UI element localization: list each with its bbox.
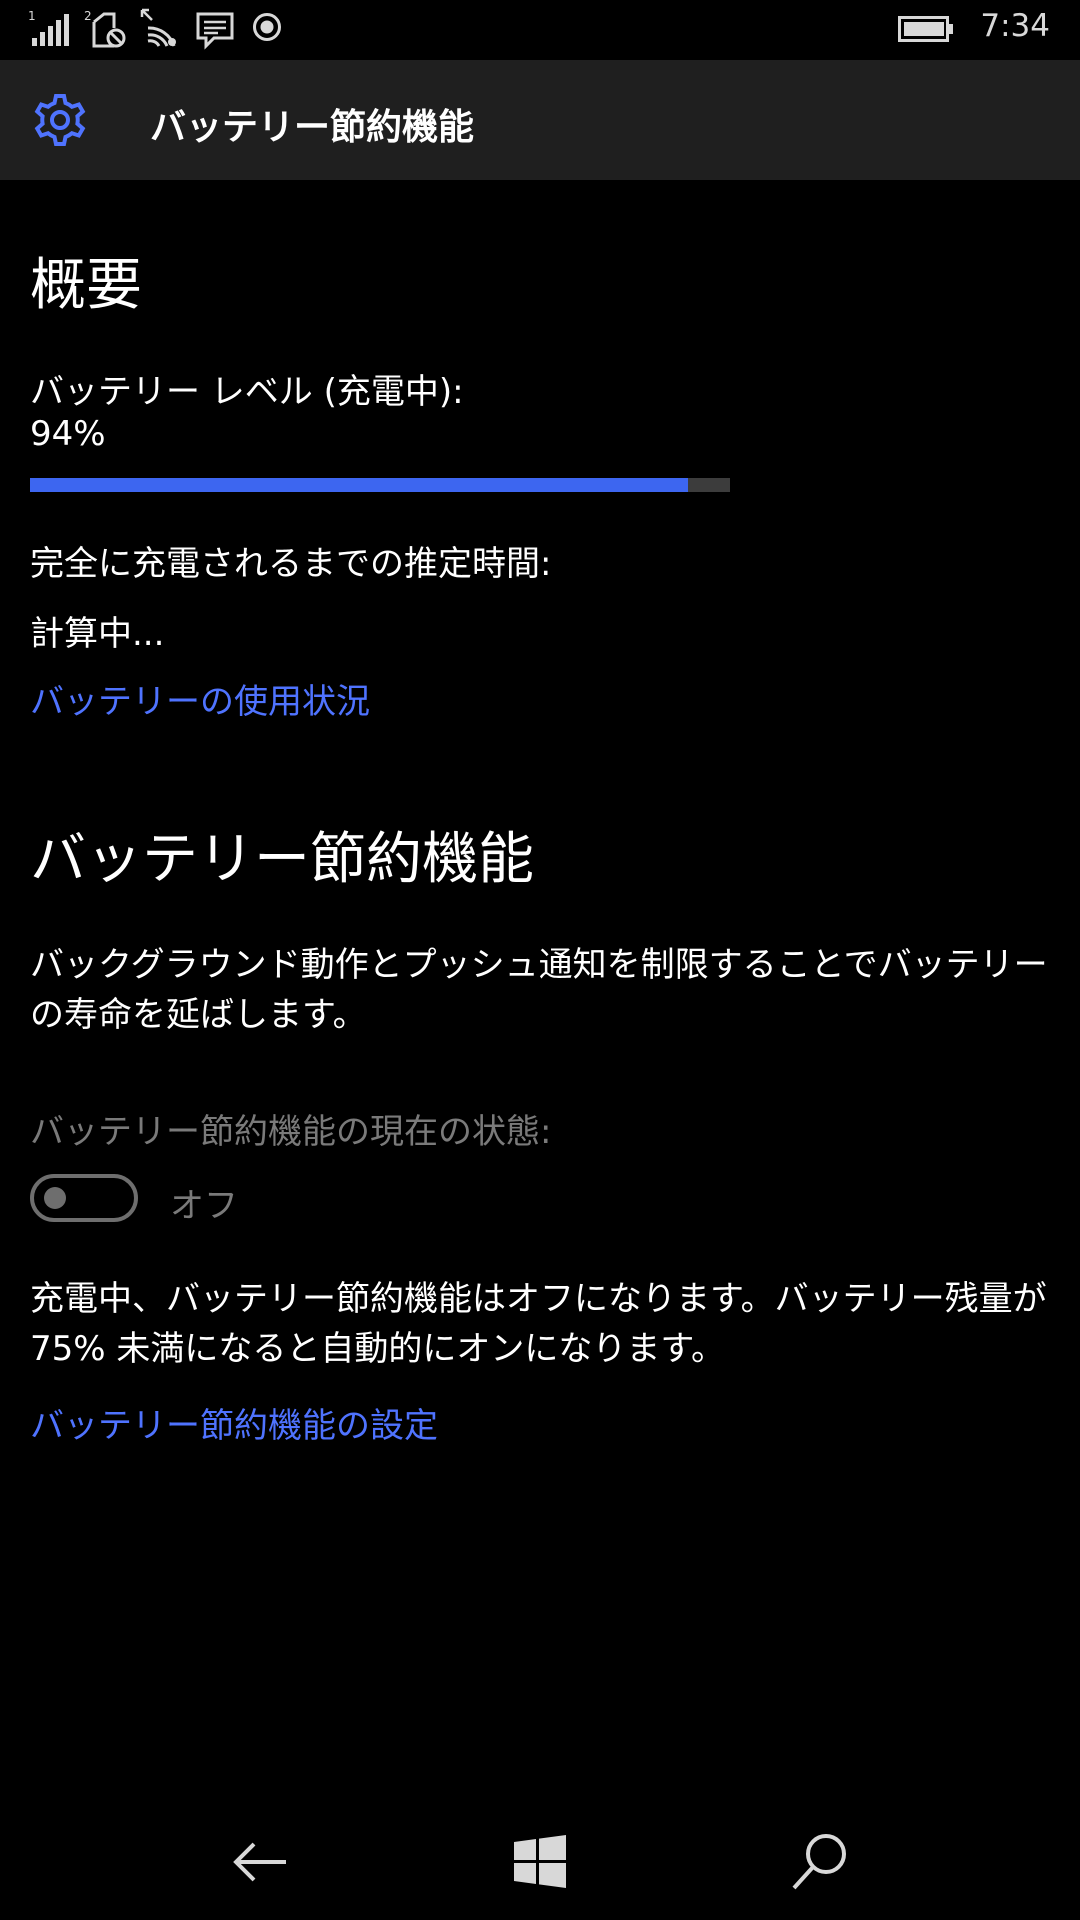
overview-heading: 概要 [30, 253, 142, 318]
search-icon[interactable] [788, 1830, 852, 1894]
battery-usage-link[interactable]: バッテリーの使用状況 [30, 674, 370, 723]
battery-saver-heading: バッテリー節約機能 [30, 827, 534, 892]
battery-level-value: 94% [30, 414, 106, 454]
toggle-knob [44, 1187, 66, 1209]
battery-icon [898, 16, 953, 42]
charge-estimate-value: 計算中... [30, 614, 165, 654]
back-arrow-icon[interactable] [228, 1830, 292, 1894]
signal-bars-icon: 1 [28, 9, 69, 46]
battery-saver-toggle[interactable] [30, 1174, 138, 1222]
status-bar: 1 2 7:34 [0, 0, 1080, 60]
toggle-state-label: オフ [170, 1186, 238, 1226]
battery-level-bar [30, 478, 730, 492]
gear-icon [34, 94, 86, 146]
sim2-no-signal-icon: 2 [84, 9, 126, 48]
clock-time: 7:34 [980, 8, 1050, 44]
navigation-bar [0, 1800, 1080, 1920]
charge-estimate-label: 完全に充電されるまでの推定時間: [30, 544, 552, 584]
wifi-icon [140, 8, 176, 47]
battery-saver-settings-link[interactable]: バッテリー節約機能の設定 [30, 1398, 438, 1447]
battery-level-label: バッテリー レベル (充電中): [30, 372, 464, 412]
page-title: バッテリー節約機能 [150, 107, 475, 148]
saver-status-label: バッテリー節約機能の現在の状態: [30, 1112, 552, 1152]
record-icon [253, 13, 281, 41]
message-icon [196, 12, 234, 50]
sim1-label: 1 [28, 9, 36, 23]
battery-level-fill [30, 478, 688, 492]
sim2-label: 2 [84, 9, 92, 23]
page-header: バッテリー節約機能 [0, 60, 1080, 180]
charging-note: 充電中、バッテリー節約機能はオフになります。バッテリー残量が 75% 未満になる… [30, 1279, 1047, 1369]
battery-saver-description: バックグラウンド動作とプッシュ通知を制限することでバッテリーの寿命を延ばします。 [30, 945, 1048, 1035]
windows-logo-icon[interactable] [508, 1830, 572, 1894]
